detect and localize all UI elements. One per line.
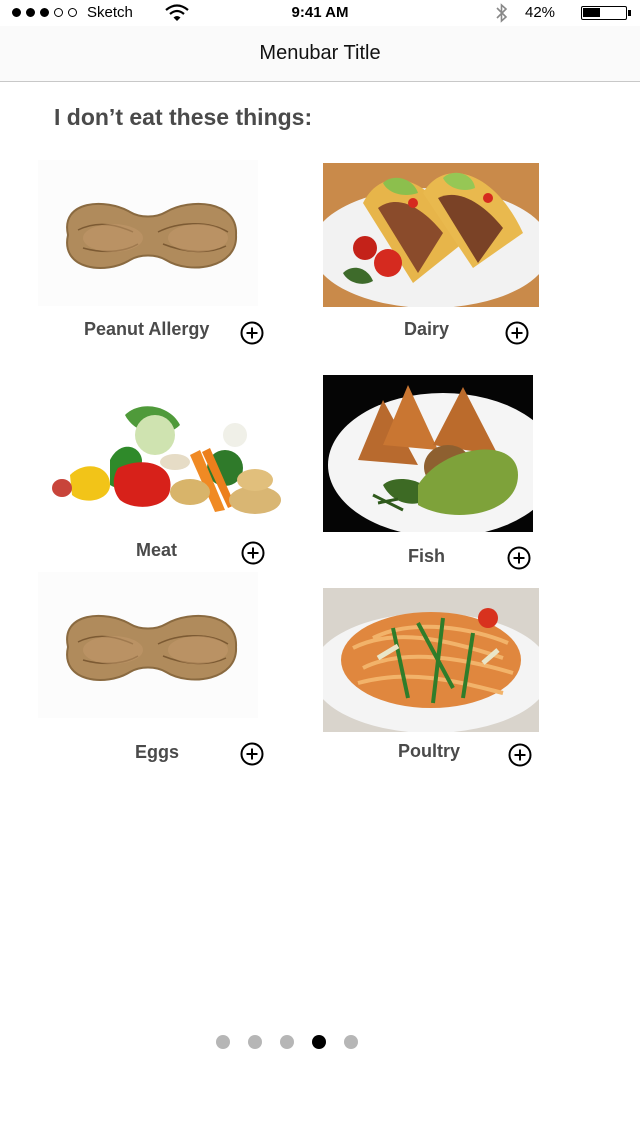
plus-circle-icon[interactable] [240, 742, 264, 766]
peanut-image [38, 572, 258, 718]
food-item-label: Fish [408, 546, 446, 566]
food-item-label: Meat [136, 540, 178, 560]
battery-percentage: 42% [525, 4, 556, 21]
plus-circle-icon[interactable] [240, 321, 264, 345]
vegetables-image [50, 400, 290, 520]
plus-circle-icon[interactable] [505, 321, 529, 345]
page-indicator[interactable] [0, 1035, 640, 1049]
food-item-label: Eggs [135, 742, 180, 762]
battery-icon [581, 6, 627, 20]
tacos-image [323, 163, 539, 307]
page-dot[interactable] [216, 1035, 230, 1049]
page-dot[interactable] [248, 1035, 262, 1049]
page-dot[interactable] [312, 1035, 326, 1049]
food-item-label: Dairy [404, 319, 450, 339]
samosa-image [323, 375, 533, 532]
plus-circle-icon[interactable] [508, 743, 532, 767]
page-heading: I don’t eat these things: [54, 104, 313, 130]
plus-circle-icon[interactable] [507, 546, 531, 570]
battery-tip [628, 10, 631, 16]
status-bar: Sketch 9:41 AM 42% [0, 0, 640, 26]
page-dot[interactable] [280, 1035, 294, 1049]
bluetooth-icon [495, 3, 509, 28]
nav-title: Menubar Title [259, 42, 381, 64]
food-item-label: Peanut Allergy [84, 319, 210, 339]
navigation-bar: Menubar Title [0, 26, 640, 82]
food-item-label: Poultry [398, 741, 461, 761]
noodles-image [323, 588, 539, 732]
page-dot[interactable] [344, 1035, 358, 1049]
peanut-image [38, 160, 258, 306]
plus-circle-icon[interactable] [241, 541, 265, 565]
